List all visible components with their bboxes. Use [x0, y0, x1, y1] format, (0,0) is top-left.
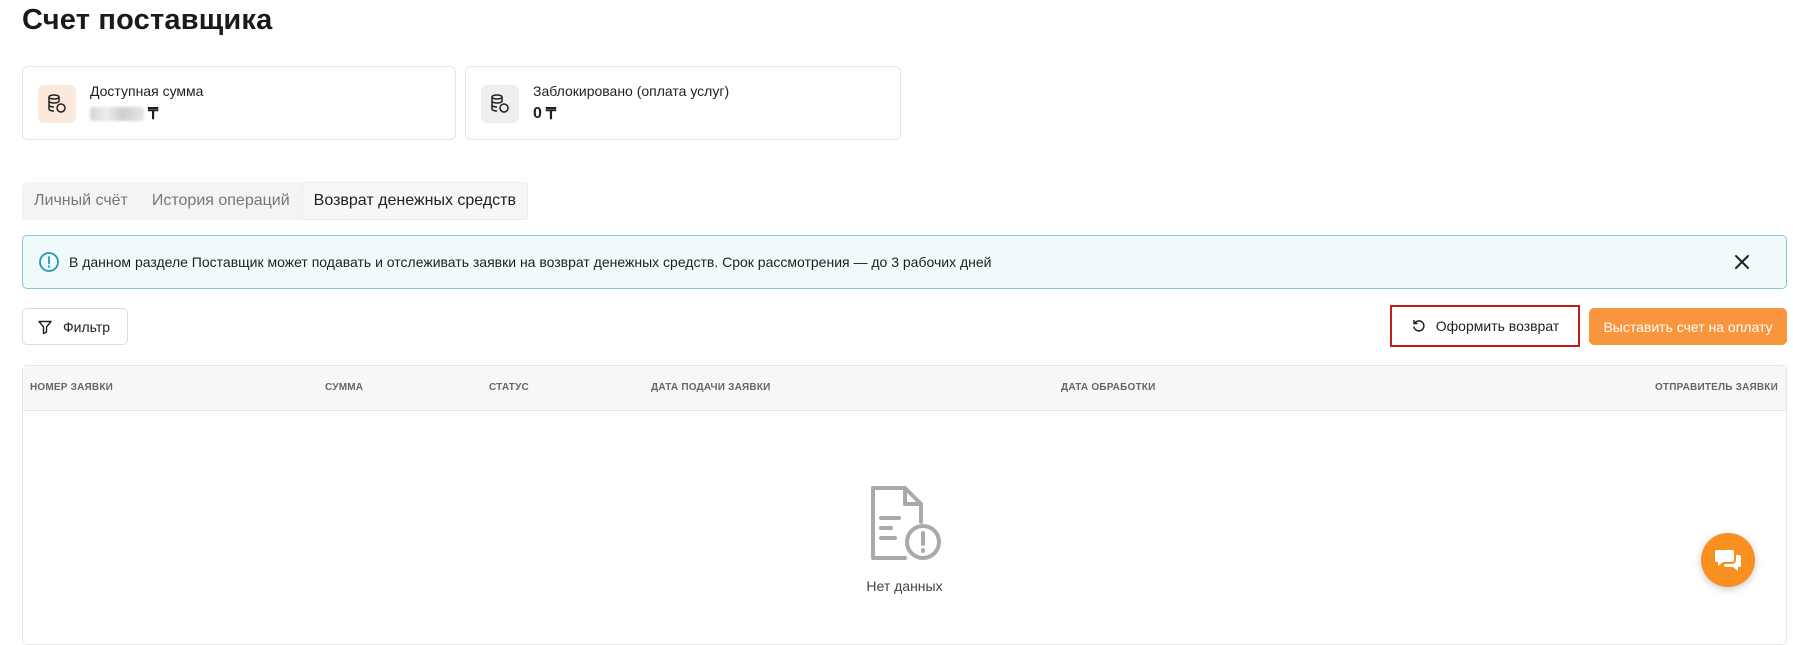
refresh-icon: [1413, 319, 1425, 332]
create-return-button[interactable]: Оформить возврат: [1390, 305, 1580, 347]
coins-stack-icon: [481, 85, 519, 123]
empty-state: Нет данных: [23, 484, 1786, 594]
table-header: Номер заявки Сумма Статус Дата подачи за…: [23, 366, 1786, 411]
close-icon[interactable]: [1730, 250, 1754, 274]
available-amount-value: ₸: [90, 104, 158, 124]
account-tabs: Личный счёт История операций Возврат ден…: [22, 182, 528, 220]
tab-refunds[interactable]: Возврат денежных средств: [301, 182, 528, 220]
column-request-sender: Отправитель заявки: [1654, 382, 1778, 393]
coins-stack-icon: [38, 85, 76, 123]
issue-invoice-label: Выставить счет на оплату: [1603, 318, 1773, 335]
column-processing-date: Дата обработки: [1061, 382, 1156, 393]
no-data-document-icon: [870, 486, 941, 560]
page-title: Счет поставщика: [22, 4, 273, 36]
currency-sign: ₸: [545, 106, 557, 123]
chat-button[interactable]: [1701, 533, 1755, 587]
tab-operations-history[interactable]: История операций: [140, 182, 302, 220]
blocked-amount-label: Заблокировано (оплата услуг): [533, 83, 730, 99]
blocked-amount-value: 0 ₸: [533, 104, 556, 124]
create-return-label: Оформить возврат: [1435, 318, 1560, 334]
info-circle-icon: [38, 251, 60, 273]
tab-personal-account[interactable]: Личный счёт: [22, 182, 140, 220]
blocked-amount-card: Заблокировано (оплата услуг) 0 ₸: [465, 66, 901, 140]
available-amount-card: Доступная сумма ₸: [22, 66, 456, 140]
filter-button-label: Фильтр: [63, 318, 111, 335]
available-amount-label: Доступная сумма: [90, 83, 204, 99]
info-banner-text: В данном разделе Поставщик может подават…: [69, 254, 992, 270]
column-submission-date: Дата подачи заявки: [651, 382, 771, 393]
currency-sign: ₸: [148, 106, 159, 123]
empty-state-text: Нет данных: [866, 578, 943, 594]
filter-button[interactable]: Фильтр: [22, 308, 128, 345]
column-amount: Сумма: [325, 382, 364, 393]
info-banner: В данном разделе Поставщик может подават…: [22, 235, 1787, 289]
column-status: Статус: [489, 382, 529, 393]
chat-bubbles-icon: [1715, 550, 1741, 571]
issue-invoice-button[interactable]: Выставить счет на оплату: [1589, 308, 1787, 345]
column-request-number: Номер заявки: [30, 382, 114, 393]
blurred-amount: [90, 107, 144, 121]
blocked-amount-number: 0: [533, 105, 542, 122]
refunds-table: Номер заявки Сумма Статус Дата подачи за…: [22, 365, 1787, 645]
filter-icon: [38, 320, 52, 334]
